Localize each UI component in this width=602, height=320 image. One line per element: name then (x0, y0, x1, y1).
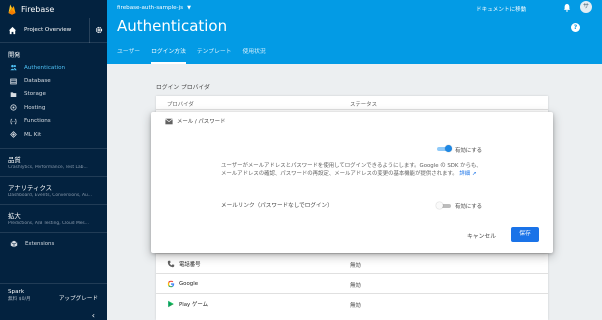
dialog-header: メール / パスワード (165, 117, 225, 125)
database-icon (10, 78, 17, 84)
tab-bar: ユーザー ログイン方法 テンプレート 使用状況 (117, 45, 277, 64)
collapse-sidebar-icon[interactable]: ‹ (92, 311, 95, 320)
sidebar: Firebase Project Overview 開発 Authenticat… (0, 0, 107, 320)
table-row[interactable]: Play ゲーム 無効 (156, 293, 548, 313)
provider-name: Play ゲーム (179, 302, 208, 308)
chevron-down-icon: ▼ (187, 5, 191, 11)
plan-panel: Spark 無料 $0/月 アップグレード ‹ (0, 283, 107, 320)
phone-icon (167, 260, 175, 268)
sidebar-item-label: ML Kit (24, 131, 42, 138)
sidebar-item-authentication[interactable]: Authentication (0, 61, 107, 74)
settings-gear-icon[interactable] (89, 17, 107, 43)
brand[interactable]: Firebase (0, 0, 107, 18)
firebase-logo-icon (8, 4, 16, 15)
sidebar-item-label: Authentication (24, 64, 66, 71)
cancel-button[interactable]: キャンセル (467, 231, 496, 240)
tab-usage[interactable]: 使用状況 (242, 45, 265, 64)
provider-status: 無効 (350, 283, 361, 289)
email-link-enable-toggle[interactable] (436, 202, 452, 209)
hosting-icon (10, 104, 17, 111)
learn-more-link[interactable]: 詳細 ↗ (459, 171, 476, 177)
provider-name: Google (179, 281, 199, 287)
docs-link[interactable]: ドキュメントに移動 (476, 5, 526, 13)
provider-name: 電話番号 (179, 262, 201, 268)
extensions-icon (10, 240, 18, 248)
table-row[interactable]: 電話番号 無効 (156, 253, 548, 273)
mlkit-icon (10, 131, 17, 139)
column-header-status: ステータス (350, 102, 377, 108)
email-link-label: メールリンク（パスワードなしでログイン） (221, 203, 333, 209)
sidebar-item-label: Storage (24, 91, 46, 98)
group-subtitle: Predictions, A/B Testing, Cloud Mes... (8, 221, 89, 227)
column-header-provider: プロバイダ (167, 102, 194, 108)
description-text: ユーザーがメールアドレスとパスワードを使用してログインできるようにします。Goo… (221, 163, 482, 178)
sidebar-item-ml-kit[interactable]: ML Kit (0, 128, 107, 141)
table-row[interactable]: Google 無効 (156, 273, 548, 293)
project-name: firebase-auth-sample-js (117, 5, 184, 11)
brand-name: Firebase (21, 4, 55, 14)
tab-templates[interactable]: テンプレート (197, 45, 232, 64)
email-password-dialog: メール / パスワード 有効にする ユーザーがメールアドレスとパスワードを使用し… (151, 112, 553, 253)
group-subtitle: Dashboard, Events, Conversions, Au... (8, 193, 92, 199)
sidebar-group-quality[interactable]: 品質 Crashlytics, Performance, Test Lab... (0, 148, 107, 176)
project-overview[interactable]: Project Overview (0, 17, 107, 43)
develop-section-title: 開発 (8, 52, 21, 59)
project-overview-label: Project Overview (24, 27, 72, 33)
storage-icon (10, 92, 17, 97)
group-title: 拡大 (8, 212, 21, 221)
play-games-icon (168, 300, 174, 308)
project-selector[interactable]: firebase-auth-sample-js ▼ (117, 5, 191, 11)
avatar[interactable]: サ (580, 1, 592, 13)
home-icon (8, 26, 17, 34)
google-icon (167, 280, 175, 288)
page-title: Authentication (117, 17, 228, 35)
help-icon[interactable]: ? (571, 23, 580, 32)
sidebar-item-label: Database (24, 78, 51, 85)
group-title: アナリティクス (8, 184, 53, 193)
sidebar-item-storage[interactable]: Storage (0, 88, 107, 101)
sidebar-item-hosting[interactable]: Hosting (0, 101, 107, 114)
group-subtitle: Crashlytics, Performance, Test Lab... (8, 165, 88, 171)
sidebar-item-database[interactable]: Database (0, 74, 107, 87)
people-icon (10, 65, 17, 71)
group-title: 品質 (8, 156, 21, 165)
dialog-description: ユーザーがメールアドレスとパスワードを使用してログインできるようにします。Goo… (221, 162, 484, 178)
sidebar-group-grow[interactable]: 拡大 Predictions, A/B Testing, Cloud Mes..… (0, 204, 107, 232)
upgrade-button[interactable]: アップグレード (59, 294, 98, 302)
mail-icon (165, 118, 173, 124)
email-password-enable-toggle[interactable] (436, 145, 452, 152)
header: firebase-auth-sample-js ▼ ドキュメントに移動 サ Au… (107, 0, 602, 64)
save-button[interactable]: 保存 (511, 227, 539, 242)
provider-status: 無効 (350, 263, 361, 269)
sidebar-item-label: Functions (24, 118, 51, 125)
tab-sign-in-method[interactable]: ログイン方法 (151, 45, 186, 64)
sidebar-group-analytics[interactable]: アナリティクス Dashboard, Events, Conversions, … (0, 176, 107, 204)
table-header: プロバイダ ステータス (156, 96, 548, 110)
bell-icon[interactable] (563, 3, 571, 12)
email-link-enable-label: 有効にする (455, 204, 483, 210)
open-in-new-icon: ↗ (471, 171, 477, 178)
provider-status: 無効 (350, 303, 361, 309)
enable-label: 有効にする (455, 148, 483, 154)
functions-icon (10, 118, 17, 125)
sidebar-item-functions[interactable]: Functions (0, 115, 107, 128)
sidebar-item-label: Hosting (24, 104, 46, 111)
dialog-title: メール / パスワード (177, 119, 226, 125)
extensions-label: Extensions (25, 240, 55, 247)
sidebar-item-extensions[interactable]: Extensions (0, 232, 107, 254)
tab-users[interactable]: ユーザー (117, 45, 140, 64)
section-title: ログイン プロバイダ (156, 85, 210, 91)
